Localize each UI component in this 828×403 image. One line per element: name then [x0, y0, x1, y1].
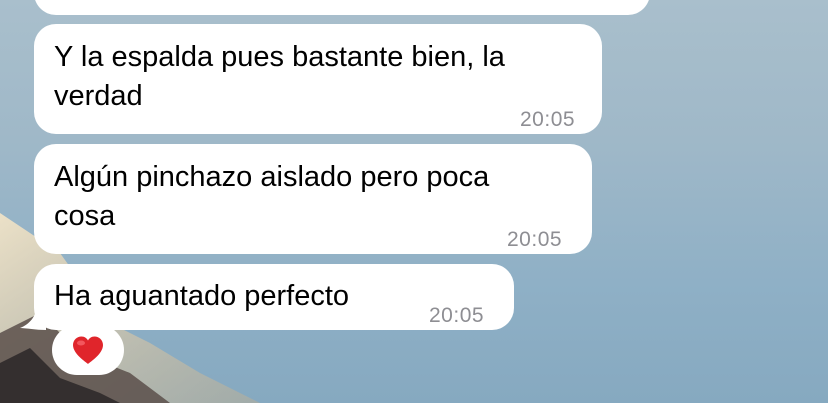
- message-bubble[interactable]: Ha aguantado perfecto 20:05: [34, 264, 514, 330]
- message-time: 20:05: [520, 108, 576, 131]
- message-text: Y la espalda pues bastante bien, la verd…: [54, 41, 505, 112]
- message-text: Algún pinchazo aislado pero poca cosa: [54, 161, 490, 232]
- message-bubble[interactable]: Algún pinchazo aislado pero poca cosa 20…: [34, 144, 592, 254]
- heart-icon: [73, 336, 103, 364]
- message-bubble[interactable]: [34, 0, 650, 15]
- message-bubble[interactable]: Y la espalda pues bastante bien, la verd…: [34, 24, 602, 134]
- message-time: 20:05: [507, 228, 563, 251]
- message-time: 20:05: [429, 304, 485, 327]
- reaction-badge[interactable]: [52, 325, 124, 375]
- message-text: Ha aguantado perfecto: [54, 280, 350, 312]
